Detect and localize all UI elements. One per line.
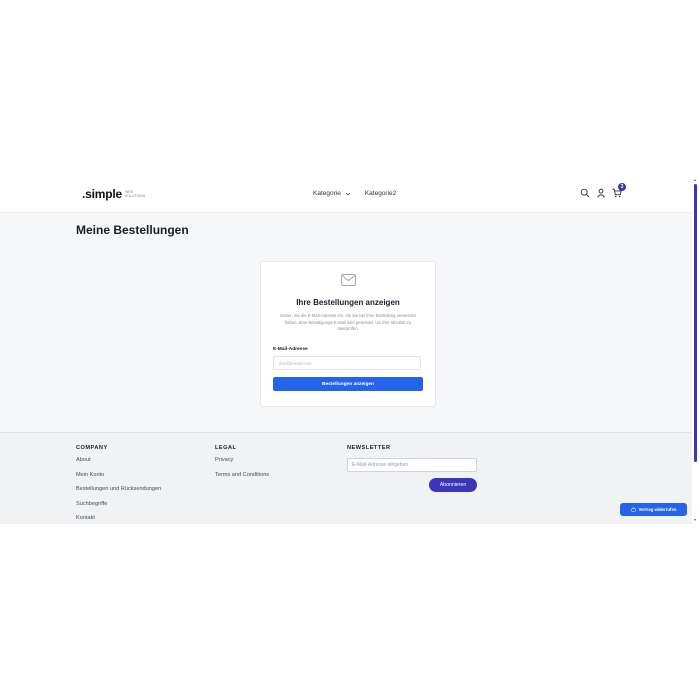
nav-item-label: Kategorie	[313, 190, 341, 197]
revoke-contract-label: Vertrag widerrufen	[638, 507, 677, 512]
email-field[interactable]	[273, 356, 421, 370]
scroll-up-arrow-icon[interactable]	[694, 179, 696, 181]
newsletter-email-input[interactable]	[347, 458, 477, 472]
nav-item-kategorie2[interactable]: Kategorie2	[365, 190, 396, 197]
order-lookup-card: Ihre Bestellungen anzeigen Geben Sie die…	[260, 261, 436, 407]
site-footer: COMPANY About Mein Konto Bestellungen un…	[0, 432, 692, 524]
show-orders-button[interactable]: Bestellungen anzeigen	[273, 377, 423, 391]
subscribe-button[interactable]: Abonnieren	[429, 478, 477, 492]
nav-item-label: Kategorie2	[364, 190, 397, 197]
user-icon[interactable]	[596, 188, 606, 198]
footer-heading-company: COMPANY	[76, 445, 108, 451]
footer-legal-column: LEGAL Privacy Terms and Conditions	[215, 445, 269, 486]
revoke-contract-button[interactable]: Vertrag widerrufen	[620, 503, 687, 516]
cart-count-badge: 3	[618, 183, 626, 191]
logo[interactable]: .simple Web Solutions	[82, 187, 147, 201]
footer-link-privacy[interactable]: Privacy	[215, 457, 269, 472]
footer-link-contact[interactable]: Kontakt	[76, 515, 161, 524]
header-icons: 3	[580, 183, 626, 198]
cart-button[interactable]: 3	[612, 183, 626, 198]
footer-heading-legal: LEGAL	[215, 445, 237, 451]
scrollbar-thumb[interactable]	[694, 184, 697, 462]
main-nav: Kategorie Kategorie2	[313, 190, 396, 197]
footer-link-search-terms[interactable]: Suchbegriffe	[76, 501, 161, 516]
email-label: E-Mail-Adresse	[273, 347, 308, 352]
scrollbar[interactable]	[692, 178, 700, 524]
site-header: .simple Web Solutions Kategorie Kategori…	[0, 178, 692, 213]
page-title: Meine Bestellungen	[76, 223, 189, 237]
logo-text: .simple	[82, 187, 122, 201]
mail-icon	[341, 274, 356, 286]
footer-newsletter-column: NEWSLETTER Abonnieren	[347, 445, 487, 505]
logo-subtext: Web Solutions	[124, 190, 146, 198]
search-icon[interactable]	[580, 188, 590, 198]
nav-item-kategorie[interactable]: Kategorie	[313, 190, 351, 197]
card-description: Geben Sie die E-Mail-Adresse ein, die Si…	[280, 313, 416, 331]
chevron-down-icon	[345, 192, 350, 195]
bag-icon	[631, 507, 636, 512]
footer-heading-newsletter: NEWSLETTER	[347, 445, 391, 451]
page-viewport: .simple Web Solutions Kategorie Kategori…	[0, 178, 700, 524]
footer-link-orders-returns[interactable]: Bestellungen und Rücksendungen	[76, 486, 161, 501]
scroll-down-arrow-icon[interactable]	[694, 519, 696, 521]
footer-link-about[interactable]: About	[76, 457, 161, 472]
footer-company-column: COMPANY About Mein Konto Bestellungen un…	[76, 445, 161, 524]
footer-link-terms[interactable]: Terms and Conditions	[215, 472, 269, 487]
footer-link-account[interactable]: Mein Konto	[76, 472, 161, 487]
card-title: Ihre Bestellungen anzeigen	[296, 298, 400, 307]
